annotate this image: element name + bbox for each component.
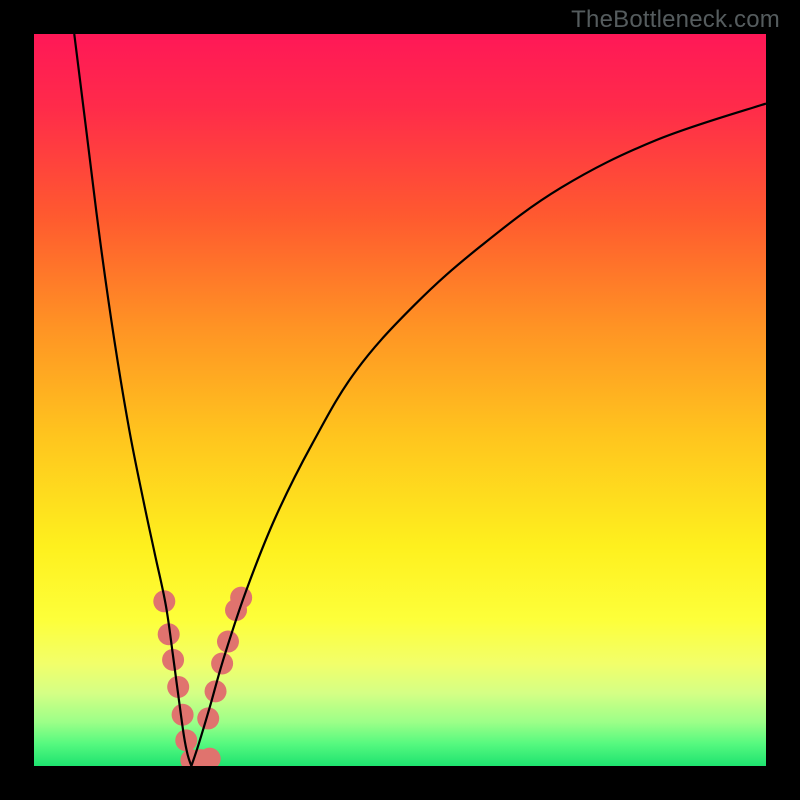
watermark-text: TheBottleneck.com: [571, 6, 780, 34]
curves-layer: [34, 34, 766, 766]
plot-area: [34, 34, 766, 766]
curve-right-branch: [191, 104, 766, 766]
curve-left-branch: [74, 34, 191, 766]
chart-frame: TheBottleneck.com: [0, 0, 800, 800]
